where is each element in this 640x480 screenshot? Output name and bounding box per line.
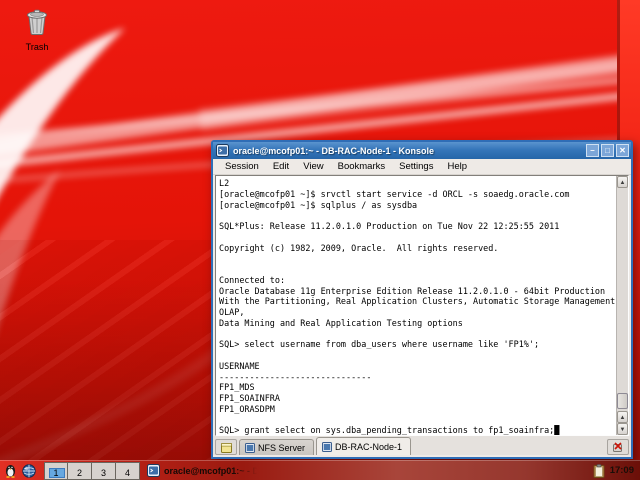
- tab-nfs-server[interactable]: NFS Server: [239, 439, 314, 455]
- terminal-line: [oracle@mcofp01 ~]$ srvctl start service…: [219, 189, 616, 200]
- terminal-line: SQL*Plus: Release 11.2.0.1.0 Production …: [219, 221, 616, 232]
- task-button-label: oracle@mcofp01:~ - D: [164, 466, 259, 476]
- terminal-line: ------------------------------: [219, 372, 616, 383]
- terminal-line: FP1_ORASDPM: [219, 404, 616, 415]
- tab-bar: NFS Server DB-RAC-Node-1: [213, 436, 631, 455]
- terminal-line: [oracle@mcofp01 ~]$ sqlplus / as sysdba: [219, 200, 616, 211]
- desktop-pager: 1 2 3 4: [44, 462, 140, 480]
- terminal-tab-icon: [322, 442, 332, 452]
- penguin-app-icon[interactable]: [2, 463, 18, 479]
- scroll-down-icon[interactable]: ▼: [617, 423, 628, 435]
- terminal-frame: L2[oracle@mcofp01 ~]$ srvctl start servi…: [215, 175, 629, 436]
- tab-db-rac-node-1[interactable]: DB-RAC-Node-1: [316, 437, 411, 455]
- pager-desktop-1[interactable]: 1: [44, 462, 68, 480]
- terminal-line: FP1_SOAINFRA: [219, 393, 616, 404]
- terminal-line: Data Mining and Real Application Testing…: [219, 318, 616, 329]
- terminal-line: With the Partitioning, Real Application …: [219, 296, 616, 307]
- terminal-line: [219, 350, 616, 361]
- close-session-button[interactable]: [607, 439, 629, 455]
- window-buttons: – □ ✕: [586, 144, 629, 157]
- terminal-line: Connected to:: [219, 275, 616, 286]
- menu-bookmarks[interactable]: Bookmarks: [331, 161, 393, 172]
- terminal-line: OLAP,: [219, 307, 616, 318]
- terminal-line: Copyright (c) 1982, 2009, Oracle. All ri…: [219, 243, 616, 254]
- minimize-button[interactable]: –: [586, 144, 599, 157]
- tab-label: DB-RAC-Node-1: [335, 442, 402, 452]
- terminal-line: [219, 232, 616, 243]
- maximize-button[interactable]: □: [601, 144, 614, 157]
- pager-desktop-3[interactable]: 3: [92, 462, 116, 480]
- clipboard-tray-icon[interactable]: [591, 463, 607, 479]
- terminal-line: Oracle Database 11g Enterprise Edition R…: [219, 286, 616, 297]
- terminal-line: [219, 264, 616, 275]
- window-title: oracle@mcofp01:~ - DB-RAC-Node-1 - Konso…: [233, 146, 582, 156]
- terminal-line: [219, 329, 616, 340]
- new-session-button[interactable]: [215, 439, 237, 455]
- globe-app-icon[interactable]: [21, 463, 37, 479]
- scrollbar-thumb[interactable]: [617, 393, 628, 409]
- tab-label: NFS Server: [258, 443, 305, 453]
- scroll-up-icon-bottom[interactable]: ▲: [617, 411, 628, 423]
- close-button[interactable]: ✕: [616, 144, 629, 157]
- terminal-line: [219, 210, 616, 221]
- terminal-line: L2: [219, 178, 616, 189]
- konsole-icon: [216, 144, 229, 157]
- terminal-line: SQL> grant select on sys.dba_pending_tra…: [219, 425, 616, 435]
- pager-desktop-2[interactable]: 2: [68, 462, 92, 480]
- pager-desktop-4[interactable]: 4: [116, 462, 140, 480]
- konsole-icon: [147, 464, 160, 477]
- menu-help[interactable]: Help: [440, 161, 474, 172]
- taskbar-clock[interactable]: 17:09: [610, 465, 636, 476]
- close-session-icon: [612, 441, 624, 453]
- menu-view[interactable]: View: [296, 161, 330, 172]
- terminal-tab-icon: [245, 443, 255, 453]
- konsole-task-button[interactable]: oracle@mcofp01:~ - D: [147, 462, 265, 480]
- taskbar: 1 2 3 4 oracle@mcofp01:~ - D 17:09: [0, 460, 640, 480]
- trash-icon: [24, 8, 50, 35]
- menu-settings[interactable]: Settings: [392, 161, 440, 172]
- terminal-line: [219, 253, 616, 264]
- menu-edit[interactable]: Edit: [266, 161, 296, 172]
- terminal-screen[interactable]: L2[oracle@mcofp01 ~]$ srvctl start servi…: [216, 176, 616, 435]
- trash-label: Trash: [12, 42, 62, 52]
- terminal-line: FP1_MDS: [219, 382, 616, 393]
- terminal-line: SQL> select username from dba_users wher…: [219, 339, 616, 350]
- new-session-icon: [221, 442, 232, 453]
- menu-bar: Session Edit View Bookmarks Settings Hel…: [213, 159, 631, 175]
- menu-session[interactable]: Session: [218, 161, 266, 172]
- window-titlebar[interactable]: oracle@mcofp01:~ - DB-RAC-Node-1 - Konso…: [213, 142, 631, 159]
- terminal-scrollbar[interactable]: ▲ ▲ ▼: [616, 176, 628, 435]
- terminal-line: USERNAME: [219, 361, 616, 372]
- trash-desktop-icon[interactable]: Trash: [12, 8, 62, 52]
- terminal-line: [219, 415, 616, 426]
- konsole-window: oracle@mcofp01:~ - DB-RAC-Node-1 - Konso…: [211, 140, 633, 459]
- scroll-up-icon[interactable]: ▲: [617, 176, 628, 188]
